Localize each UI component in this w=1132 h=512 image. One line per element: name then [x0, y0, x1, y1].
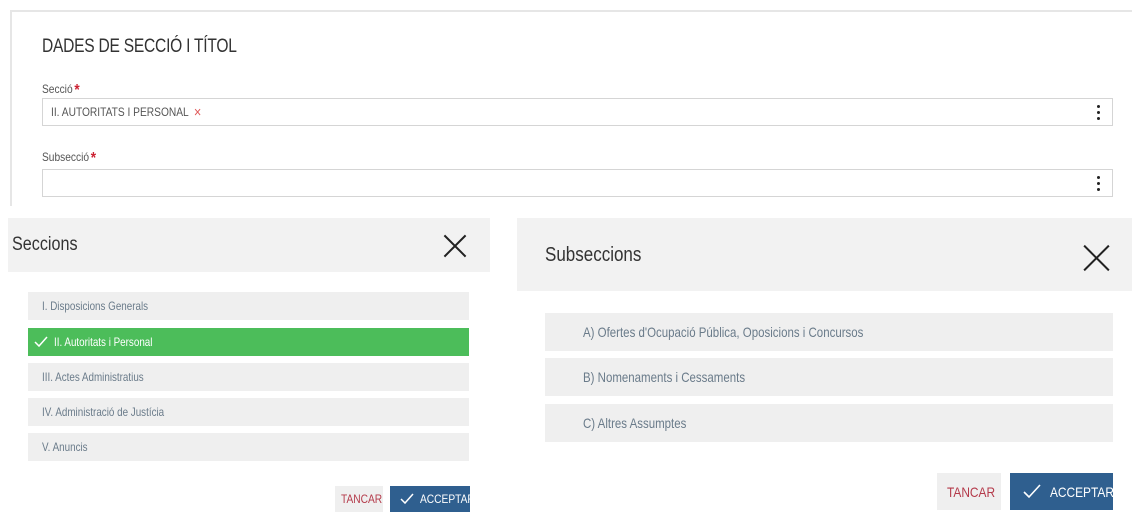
seccions-accept-button[interactable]: ACCEPTAR [390, 486, 475, 512]
seccio-label-text: Secció [42, 82, 73, 96]
subseccion-option-label: C) Altres Assumptes [583, 415, 687, 431]
required-marker: * [74, 82, 80, 99]
seccions-cancel-button[interactable]: TANCAR [335, 486, 383, 512]
seccion-option-label: IV. Administració de Justícia [42, 405, 165, 419]
seccion-option-label: V. Anuncis [42, 440, 88, 454]
subseccions-accept-button[interactable]: ACCEPTAR [1010, 473, 1114, 510]
check-icon [1023, 484, 1041, 499]
subseccions-modal-header: Subseccions [517, 218, 1132, 291]
subseccio-field[interactable] [42, 169, 1113, 197]
form-title: DADES DE SECCIÓ I TÍTOL [42, 36, 237, 57]
subseccion-option-label: A) Ofertes d'Ocupació Pública, Oposicion… [583, 324, 864, 340]
clear-selection-icon[interactable]: × [194, 105, 201, 120]
check-icon [34, 336, 48, 348]
close-icon[interactable] [1083, 245, 1109, 271]
subseccio-label: Subsecció * [42, 150, 96, 168]
seccion-option[interactable]: II. Autoritats i Personal [28, 328, 469, 356]
seccions-modal-header: Seccions [8, 218, 490, 272]
close-icon[interactable] [444, 235, 466, 257]
kebab-menu-icon[interactable] [1096, 105, 1100, 121]
seccio-value-wrap: II. AUTORITATS I PERSONAL × [51, 105, 201, 120]
seccion-option[interactable]: V. Anuncis [28, 433, 469, 461]
section-form-panel: DADES DE SECCIÓ I TÍTOL Secció * II. AUTO… [10, 10, 1132, 206]
check-icon [400, 493, 414, 505]
seccions-cancel-label: TANCAR [341, 492, 383, 506]
seccions-modal: Seccions I. Disposicions Generals II. Aut… [8, 218, 490, 512]
subseccion-option[interactable]: A) Ofertes d'Ocupació Pública, Oposicion… [545, 313, 1113, 351]
subseccions-modal-title: Subseccions [545, 244, 642, 266]
kebab-menu-icon[interactable] [1096, 176, 1100, 192]
seccio-value: II. AUTORITATS I PERSONAL [51, 105, 189, 119]
seccion-option[interactable]: III. Actes Administratius [28, 363, 469, 391]
subseccion-option-label: B) Nomenaments i Cessaments [583, 369, 746, 385]
seccion-option[interactable]: IV. Administració de Justícia [28, 398, 469, 426]
subseccions-cancel-button[interactable]: TANCAR [937, 473, 1001, 510]
seccion-option-label: I. Disposicions Generals [42, 299, 149, 313]
seccio-field[interactable]: II. AUTORITATS I PERSONAL × [42, 98, 1113, 126]
subseccion-option[interactable]: B) Nomenaments i Cessaments [545, 358, 1113, 396]
seccions-modal-title: Seccions [12, 234, 78, 255]
seccions-accept-label: ACCEPTAR [420, 492, 475, 506]
subseccions-accept-label: ACCEPTAR [1050, 484, 1114, 500]
subseccio-label-text: Subsecció [42, 150, 90, 164]
subseccions-cancel-label: TANCAR [947, 484, 996, 500]
seccion-option[interactable]: I. Disposicions Generals [28, 292, 469, 320]
seccion-option-label: II. Autoritats i Personal [54, 335, 153, 349]
required-marker: * [90, 150, 97, 167]
seccion-option-label: III. Actes Administratius [42, 370, 144, 384]
subseccions-modal: Subseccions A) Ofertes d'Ocupació Públic… [517, 218, 1132, 510]
subseccion-option[interactable]: C) Altres Assumptes [545, 404, 1113, 442]
